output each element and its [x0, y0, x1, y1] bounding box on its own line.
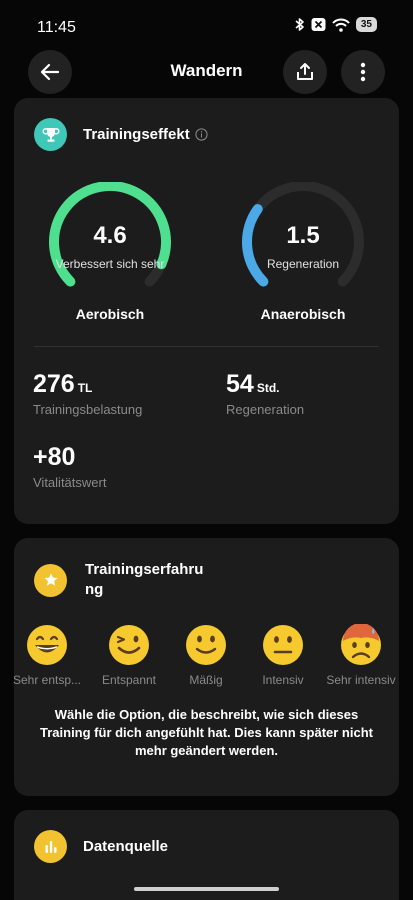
share-button[interactable] [283, 50, 327, 94]
training-load-label: Trainingsbelastung [33, 402, 143, 417]
info-icon[interactable] [195, 128, 208, 141]
option-very-intense-label: Sehr intensiv [326, 673, 396, 687]
notification-muted-icon [311, 17, 326, 32]
slightly-smiling-face-icon [186, 625, 226, 665]
experience-hint: Wähle die Option, die beschreibt, wie si… [40, 707, 373, 758]
status-icons: 35 [295, 17, 377, 32]
anaerobic-gauge: 1.5 Regeneration [240, 182, 366, 292]
option-very-relaxed[interactable]: Sehr entsp... [8, 624, 86, 687]
wifi-icon [332, 18, 350, 32]
training-load-value: 276 [33, 370, 75, 398]
vitality-label: Vitalitätswert [33, 475, 107, 490]
option-very-intense[interactable]: Sehr intensiv [322, 624, 400, 687]
option-moderate[interactable]: Mäßig [167, 624, 245, 687]
training-experience-card: Trainingserfahru ng Sehr entsp... Entspa… [13, 538, 400, 796]
training-experience-header: Trainingserfahru ng [34, 560, 203, 600]
anaerobic-label: Anaerobisch [260, 306, 346, 322]
training-effect-header: Trainingseffekt [34, 118, 208, 151]
training-load-stat: 276 TL Trainingsbelastung [33, 370, 142, 417]
recovery-value: 54 [226, 370, 254, 398]
data-source-title: Datenquelle [83, 837, 169, 855]
training-load-unit: TL [77, 381, 93, 395]
home-indicator[interactable] [134, 887, 279, 891]
vitality-value: +80 [33, 443, 76, 471]
hot-sweating-face-icon [341, 624, 381, 665]
training-experience-title-line1: Trainingserfahru [85, 561, 204, 578]
training-experience-title-line2: ng [85, 581, 104, 598]
option-relaxed[interactable]: Entspannt [90, 624, 168, 687]
training-effect-card: Trainingseffekt 4.6 Verbessert sich sehr… [14, 98, 399, 524]
recovery-unit: Std. [256, 381, 280, 395]
share-icon [297, 63, 313, 80]
aerobic-gauge: 4.6 Verbessert sich sehr [47, 182, 173, 292]
aerobic-status: Verbessert sich sehr [55, 257, 165, 271]
anaerobic-status: Regeneration [266, 257, 340, 271]
training-effect-title: Trainingseffekt [83, 125, 190, 143]
neutral-face-icon [263, 625, 303, 665]
battery-icon: 35 [355, 17, 377, 32]
bar-chart-icon [34, 830, 67, 863]
status-time: 11:45 [37, 19, 76, 36]
more-options-button[interactable] [341, 50, 385, 94]
option-very-relaxed-label: Sehr entsp... [12, 673, 82, 687]
divider [34, 346, 379, 347]
recovery-label: Regeneration [226, 402, 305, 417]
option-relaxed-label: Entspannt [101, 673, 157, 687]
aerobic-value: 4.6 [93, 222, 127, 249]
grinning-face-icon [27, 625, 67, 665]
top-app-bar: Wandern [0, 48, 413, 100]
vitality-stat: +80 Vitalitätswert [33, 443, 106, 490]
winking-face-icon [109, 625, 149, 665]
trophy-icon [34, 118, 67, 151]
aerobic-label: Aerobisch [75, 306, 145, 322]
option-intense-label: Intensiv [262, 673, 304, 687]
option-intense[interactable]: Intensiv [244, 624, 322, 687]
training-experience-title: Trainingserfahru ng [85, 560, 203, 600]
recovery-stat: 54 Std. Regeneration [226, 370, 304, 417]
anaerobic-value: 1.5 [286, 222, 320, 249]
data-source-header: Datenquelle [34, 830, 168, 863]
bluetooth-icon [295, 17, 305, 32]
option-moderate-label: Mäßig [189, 673, 223, 687]
more-vertical-icon [360, 62, 366, 82]
star-icon [34, 563, 67, 597]
